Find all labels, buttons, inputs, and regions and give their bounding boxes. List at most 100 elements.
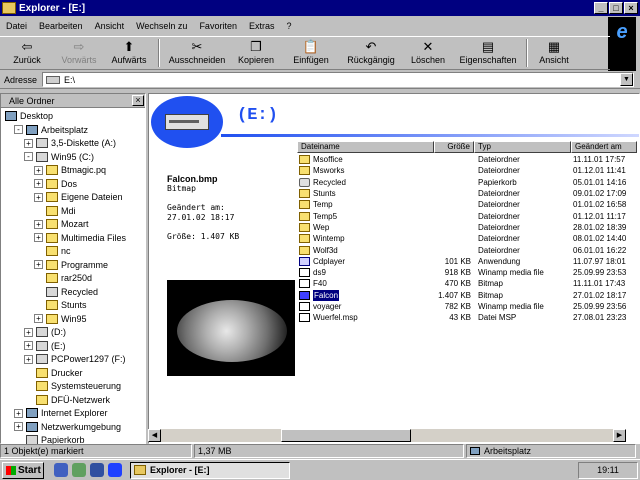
- tree-expander[interactable]: +: [24, 138, 33, 148]
- file-row[interactable]: Wolf3d Dateiordner 06.01.01 16:22: [297, 244, 637, 255]
- tree-item[interactable]: Arbeitsplatz: [26, 124, 88, 136]
- tree-item[interactable]: Dos: [46, 178, 77, 190]
- toolbar-zurück-button[interactable]: ⇦ Zurück: [0, 37, 54, 69]
- tree-expander[interactable]: -: [14, 125, 23, 134]
- file-row[interactable]: Msworks Dateiordner 01.12.01 11:41: [297, 165, 637, 176]
- ie-quicklaunch-icon[interactable]: [54, 463, 68, 477]
- tree-item[interactable]: nc: [46, 245, 71, 257]
- col-size[interactable]: Größe: [434, 141, 474, 153]
- scroll-right-button[interactable]: ▶: [613, 429, 626, 442]
- minimize-button[interactable]: _: [594, 2, 608, 14]
- channels-quicklaunch-icon[interactable]: [108, 463, 122, 477]
- address-input[interactable]: E:\ ▼: [42, 72, 634, 87]
- tree-item[interactable]: PCPower1297 (F:): [36, 353, 126, 365]
- tree-item[interactable]: Recycled: [46, 286, 98, 298]
- tree-item[interactable]: Eigene Dateien: [46, 191, 123, 203]
- file-row[interactable]: Wep Dateiordner 28.01.02 18:39: [297, 222, 637, 233]
- tree-item[interactable]: Desktop: [5, 110, 53, 122]
- title-bar[interactable]: Explorer - [E:] _ □ ×: [0, 0, 640, 16]
- toolbar-löschen-button[interactable]: ✕ Löschen: [402, 37, 454, 69]
- menu-help[interactable]: ?: [286, 21, 291, 31]
- tree-expander[interactable]: +: [24, 327, 33, 337]
- tree-item[interactable]: Mozart: [46, 218, 89, 230]
- close-button[interactable]: ×: [624, 2, 638, 14]
- address-bar: Adresse E:\ ▼: [0, 71, 640, 89]
- file-row[interactable]: Wintemp Dateiordner 08.01.02 14:40: [297, 233, 637, 244]
- tree-expander[interactable]: +: [34, 165, 43, 175]
- tree-expander[interactable]: +: [34, 233, 43, 242]
- scroll-left-button[interactable]: ◀: [148, 429, 161, 442]
- col-date[interactable]: Geändert am: [571, 141, 637, 153]
- file-row[interactable]: Falcon 1.407 KB Bitmap 27.01.02 18:17: [297, 288, 637, 302]
- menu-wechseln-zu[interactable]: Wechseln zu: [136, 21, 187, 31]
- toolbar-vorwärts-button[interactable]: ⇨ Vorwärts: [54, 37, 104, 69]
- file-name: Temp: [313, 200, 333, 210]
- tree-expander[interactable]: +: [24, 341, 33, 350]
- tree-item[interactable]: Btmagic.pq: [46, 164, 106, 176]
- toolbar-aufwärts-button[interactable]: ⬆ Aufwärts: [104, 37, 154, 69]
- tree-item[interactable]: Mdi: [46, 205, 76, 217]
- maximize-button[interactable]: □: [609, 2, 623, 14]
- col-type[interactable]: Typ: [474, 141, 571, 153]
- file-row[interactable]: voyager 782 KB Winamp media file 25.09.99 2…: [297, 301, 637, 312]
- col-name[interactable]: Dateiname: [297, 141, 434, 153]
- file-row[interactable]: Temp5 Dateiordner 01.12.01 11:17: [297, 210, 637, 221]
- tree-expander[interactable]: +: [14, 422, 23, 431]
- tree-item[interactable]: Drucker: [36, 367, 83, 379]
- scroll-thumb[interactable]: [281, 429, 411, 442]
- outlook-quicklaunch-icon[interactable]: [72, 463, 86, 477]
- tree-item[interactable]: Programme: [46, 259, 108, 271]
- toolbar-ansicht-button[interactable]: ▦ Ansicht: [532, 37, 576, 69]
- tree-item-label: Stunts: [61, 300, 87, 310]
- tree-expander[interactable]: +: [34, 179, 43, 188]
- tree-item[interactable]: 3,5-Diskette (A:): [36, 137, 116, 149]
- horizontal-scrollbar[interactable]: ◀ ▶: [148, 429, 626, 442]
- toolbar-einfügen-button[interactable]: 📋 Einfügen: [282, 37, 340, 69]
- address-dropdown-button[interactable]: ▼: [620, 73, 633, 86]
- menu-bearbeiten[interactable]: Bearbeiten: [39, 21, 83, 31]
- tree-expander[interactable]: -: [24, 152, 33, 161]
- close-tree-button[interactable]: ×: [132, 95, 144, 106]
- desktop-quicklaunch-icon[interactable]: [90, 463, 104, 477]
- tree-item[interactable]: Stunts: [46, 299, 87, 311]
- toolbar-rückgängig-button[interactable]: ↶ Rückgängig: [340, 37, 402, 69]
- tree-item[interactable]: Win95: [46, 313, 87, 325]
- file-name: F40: [313, 279, 327, 289]
- tree-expander[interactable]: +: [34, 260, 43, 269]
- tree-item[interactable]: DFÜ-Netzwerk: [36, 394, 110, 406]
- ie-logo-icon: e: [608, 17, 636, 71]
- tree-expander[interactable]: +: [24, 354, 33, 364]
- tree-item[interactable]: Netzwerkumgebung: [26, 421, 121, 433]
- file-row[interactable]: ds9 918 KB Winamp media file 25.09.99 23:53: [297, 267, 637, 278]
- tree-expander[interactable]: +: [14, 408, 23, 418]
- menu-favoriten[interactable]: Favoriten: [199, 21, 237, 31]
- tree-item[interactable]: Systemsteuerung: [36, 380, 121, 392]
- toolbar-eigenschaften-button[interactable]: ▤ Eigenschaften: [454, 37, 522, 69]
- tree-item[interactable]: (E:): [36, 340, 66, 352]
- taskbar-explorer-button[interactable]: Explorer - [E:]: [130, 461, 290, 479]
- toolbar-kopieren-button[interactable]: ❐ Kopieren: [230, 37, 282, 69]
- toolbar-ausschneiden-button[interactable]: ✂ Ausschneiden: [164, 37, 230, 69]
- file-row[interactable]: Wuerfel.msp 43 KB Datei MSP 27.08.01 23:23: [297, 312, 637, 323]
- tree-item[interactable]: (D:): [36, 326, 66, 338]
- tree-expander[interactable]: +: [34, 314, 43, 323]
- file-row[interactable]: Stunts Dateiordner 09.01.02 17:09: [297, 188, 637, 199]
- file-row[interactable]: Temp Dateiordner 01.01.02 16:58: [297, 199, 637, 210]
- tree-item[interactable]: Internet Explorer: [26, 407, 108, 419]
- tree-item[interactable]: Win95 (C:): [36, 151, 94, 163]
- status-location: Arbeitsplatz: [466, 444, 636, 458]
- start-button[interactable]: Start: [2, 461, 44, 479]
- tree-item[interactable]: Multimedia Files: [46, 232, 126, 244]
- file-row[interactable]: Cdplayer 101 KB Anwendung 11.07.97 18:01: [297, 256, 637, 267]
- file-row[interactable]: Msoffice Dateiordner 11.11.01 17:57: [297, 154, 637, 165]
- menu-ansicht[interactable]: Ansicht: [95, 21, 125, 31]
- tree-expander[interactable]: +: [34, 219, 43, 229]
- file-list: Msoffice Dateiordner 11.11.01 17:57 Msworks…: [297, 154, 637, 323]
- tree-item[interactable]: rar250d: [46, 272, 92, 284]
- file-row[interactable]: Recycled Papierkorb 05.01.01 14:16: [297, 177, 637, 188]
- menu-datei[interactable]: Datei: [6, 21, 27, 31]
- file-row[interactable]: F40 470 KB Bitmap 11.11.01 17:43: [297, 278, 637, 289]
- explorer-icon: [2, 2, 16, 14]
- tree-expander[interactable]: +: [34, 192, 43, 202]
- menu-extras[interactable]: Extras: [249, 21, 275, 31]
